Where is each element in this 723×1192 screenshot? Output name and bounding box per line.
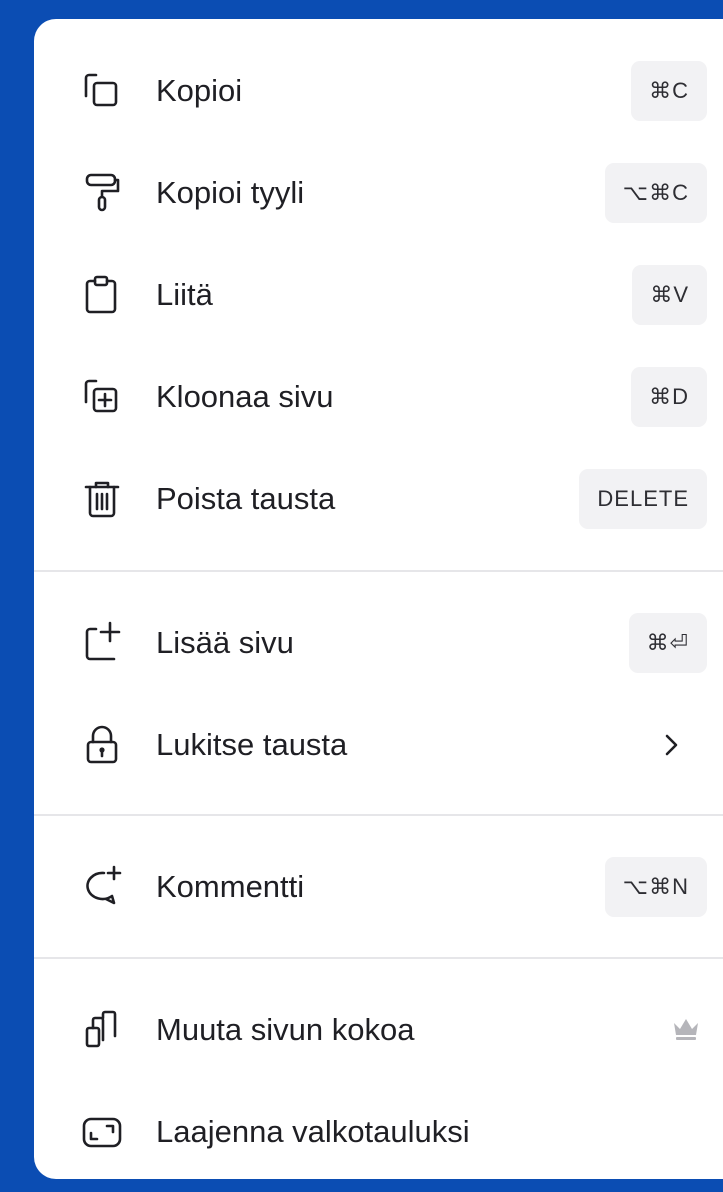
menu-item-label: Kloonaa sivu: [156, 379, 334, 414]
menu-divider: [34, 570, 723, 572]
paint-roller-icon: [78, 169, 126, 217]
add-page-icon: [78, 619, 126, 667]
menu-item-label: Laajenna valkotauluksi: [156, 1114, 470, 1149]
shortcut-badge: ⌥⌘C: [604, 163, 707, 223]
menu-item-resize-page[interactable]: Muuta sivun kokoa: [34, 979, 723, 1081]
menu-item-label: Muuta sivun kokoa: [156, 1012, 415, 1047]
menu-divider: [34, 957, 723, 959]
menu-item-copy-style[interactable]: Kopioi tyyli ⌥⌘C: [34, 142, 723, 244]
menu-item-label: Liitä: [156, 277, 213, 312]
duplicate-page-icon: [78, 373, 126, 421]
menu-item-label: Lisää sivu: [156, 625, 294, 660]
menu-item-label: Kommentti: [156, 869, 305, 904]
menu-item-label: Poista tausta: [156, 481, 336, 516]
chevron-right-icon: [655, 729, 687, 761]
shortcut-badge: ⌘C: [631, 61, 707, 121]
menu-divider: [34, 814, 723, 816]
menu-item-copy[interactable]: Kopioi ⌘C: [34, 40, 723, 142]
menu-item-comment[interactable]: Kommentti ⌥⌘N: [34, 836, 723, 938]
menu-item-label: Lukitse tausta: [156, 727, 348, 762]
menu-item-delete-background[interactable]: Poista tausta DELETE: [34, 448, 723, 550]
lock-icon: [78, 721, 126, 769]
copy-icon: [78, 67, 126, 115]
menu-item-expand-whiteboard[interactable]: Laajenna valkotauluksi: [34, 1081, 723, 1183]
shortcut-badge: ⌘D: [631, 367, 707, 427]
crown-icon: [671, 1016, 701, 1042]
menu-item-add-page[interactable]: Lisää sivu ⌘⏎: [34, 592, 723, 694]
resize-icon: [78, 1006, 126, 1054]
menu-item-paste[interactable]: Liitä ⌘V: [34, 244, 723, 346]
shortcut-badge: ⌥⌘N: [604, 857, 707, 917]
add-comment-icon: [78, 863, 126, 911]
shortcut-badge: ⌘V: [632, 265, 707, 325]
menu-item-label: Kopioi: [156, 73, 243, 108]
shortcut-badge: DELETE: [579, 469, 707, 529]
menu-item-label: Kopioi tyyli: [156, 175, 305, 210]
clipboard-icon: [78, 271, 126, 319]
menu-item-lock-background[interactable]: Lukitse tausta: [34, 694, 723, 796]
menu-item-duplicate-page[interactable]: Kloonaa sivu ⌘D: [34, 346, 723, 448]
trash-icon: [78, 475, 126, 523]
context-menu: Kopioi ⌘C Kopioi tyyli ⌥⌘C Liitä ⌘V Kloo…: [34, 19, 723, 1179]
expand-whiteboard-icon: [78, 1108, 126, 1156]
shortcut-badge: ⌘⏎: [628, 613, 707, 673]
